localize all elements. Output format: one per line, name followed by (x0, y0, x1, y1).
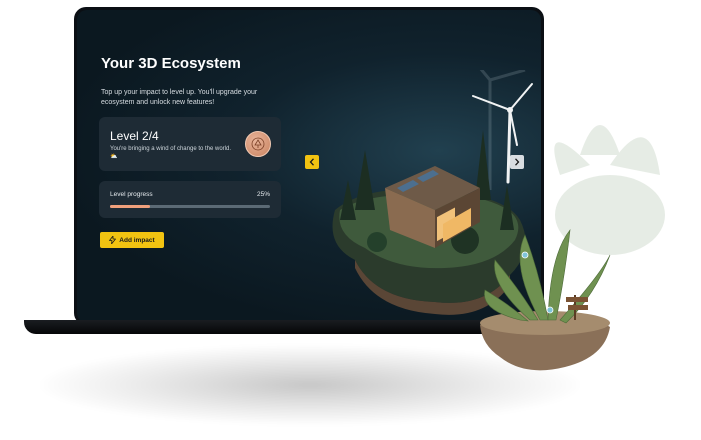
level-title: Level 2/4 (110, 129, 159, 143)
progress-card: Level progress 25% (99, 181, 281, 218)
map-pin-icon (521, 251, 529, 259)
progress-track (110, 205, 270, 208)
lightning-icon (109, 236, 117, 244)
progress-fill (110, 205, 150, 208)
add-impact-button[interactable]: Add impact (100, 232, 164, 248)
page-title: Your 3D Ecosystem (101, 55, 241, 72)
level-card: Level 2/4 You're bringing a wind of chan… (99, 117, 281, 171)
progress-value: 25% (256, 191, 270, 198)
progress-label: Level progress (110, 191, 153, 198)
tree-badge-icon (245, 131, 271, 157)
floating-plant-island (480, 125, 665, 371)
laptop-base (24, 320, 524, 334)
level-description: You're bringing a wind of change to the … (110, 146, 232, 160)
page-subtitle: Top up your impact to level up. You'll u… (101, 89, 258, 106)
add-impact-label: Add impact (119, 236, 155, 244)
